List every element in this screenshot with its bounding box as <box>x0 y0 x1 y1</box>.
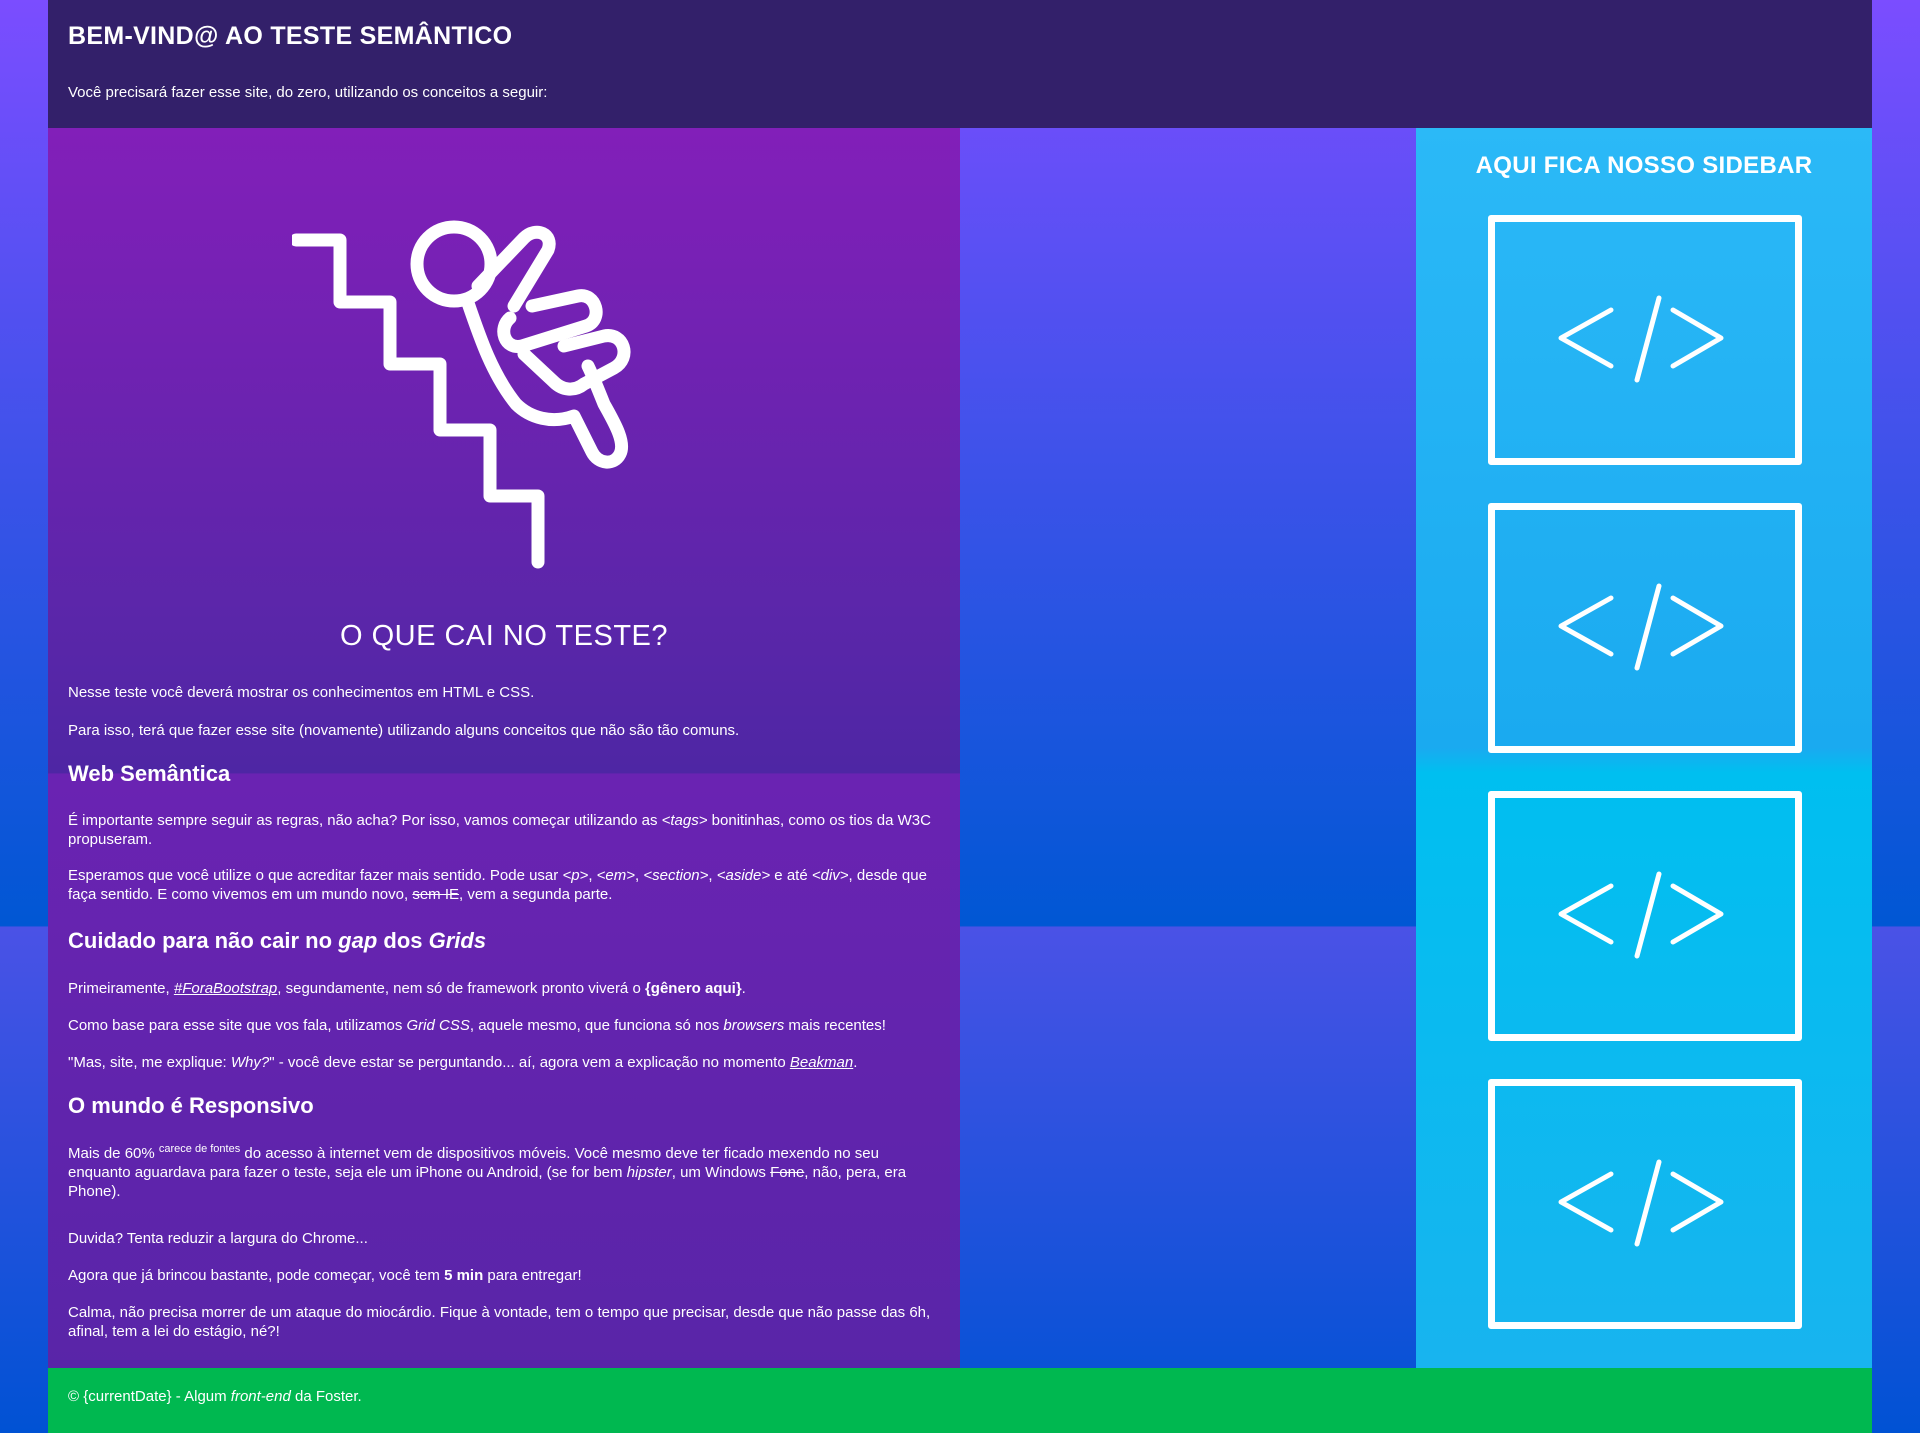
sidebar: AQUI FICA NOSSO SIDEBAR <box>1416 128 1872 1368</box>
page-title: BEM-VIND@ AO TESTE SEMÂNTICO <box>68 22 513 50</box>
fora-bootstrap-link[interactable]: #ForaBootstrap <box>174 980 277 997</box>
sidebar-card[interactable] <box>1488 1079 1802 1329</box>
section-title-web-semantica: Web Semântica <box>68 761 231 786</box>
main-content: O QUE CAI NO TESTE? Nesse teste você dev… <box>48 128 960 1368</box>
intro-paragraph-2: Para isso, terá que fazer esse site (nov… <box>68 722 740 739</box>
footer-text: © {currentDate} - Algum front-end da Fos… <box>68 1388 362 1405</box>
code-icon <box>1558 1159 1724 1247</box>
main-heading: O QUE CAI NO TESTE? <box>339 620 669 652</box>
code-icon <box>1558 871 1724 959</box>
grids-paragraph-3: "Mas, site, me explique: Why?" - você de… <box>68 1054 858 1071</box>
section-title-grids: Cuidado para não cair no gap dos Grids <box>68 928 487 953</box>
sidebar-title: AQUI FICA NOSSO SIDEBAR <box>1475 152 1813 179</box>
person-falling-down-stairs-icon <box>292 220 631 569</box>
responsivo-paragraph-1: Mais de 60% carece de fontes do acesso à… <box>68 1143 907 1200</box>
header-subtitle: Você precisará fazer esse site, do zero,… <box>68 84 548 101</box>
web-semantica-paragraph-2: Esperamos que você utilize o que acredit… <box>68 867 927 903</box>
responsivo-paragraph-4: Calma, não precisa morrer de um ataque d… <box>68 1304 931 1340</box>
sidebar-card[interactable] <box>1488 215 1802 465</box>
code-icon <box>1558 583 1724 671</box>
site-header: BEM-VIND@ AO TESTE SEMÂNTICO Você precis… <box>48 0 1872 128</box>
responsivo-paragraph-3: Agora que já brincou bastante, pode come… <box>68 1267 582 1284</box>
grids-paragraph-1: Primeiramente, #ForaBootstrap, segundame… <box>68 980 746 997</box>
beakman-link[interactable]: Beakman <box>790 1054 853 1071</box>
web-semantica-paragraph-1: É importante sempre seguir as regras, nã… <box>68 812 931 848</box>
code-icon <box>1558 295 1724 383</box>
grids-paragraph-2: Como base para esse site que vos fala, u… <box>68 1017 886 1034</box>
sidebar-card[interactable] <box>1488 503 1802 753</box>
page: BEM-VIND@ AO TESTE SEMÂNTICO Você precis… <box>48 0 1872 1433</box>
section-title-responsivo: O mundo é Responsivo <box>68 1093 314 1118</box>
site-footer: © {currentDate} - Algum front-end da Fos… <box>48 1368 1872 1433</box>
sidebar-card[interactable] <box>1488 791 1802 1041</box>
responsivo-paragraph-2: Duvida? Tenta reduzir a largura do Chrom… <box>68 1230 368 1247</box>
intro-paragraph-1: Nesse teste você deverá mostrar os conhe… <box>68 684 535 701</box>
